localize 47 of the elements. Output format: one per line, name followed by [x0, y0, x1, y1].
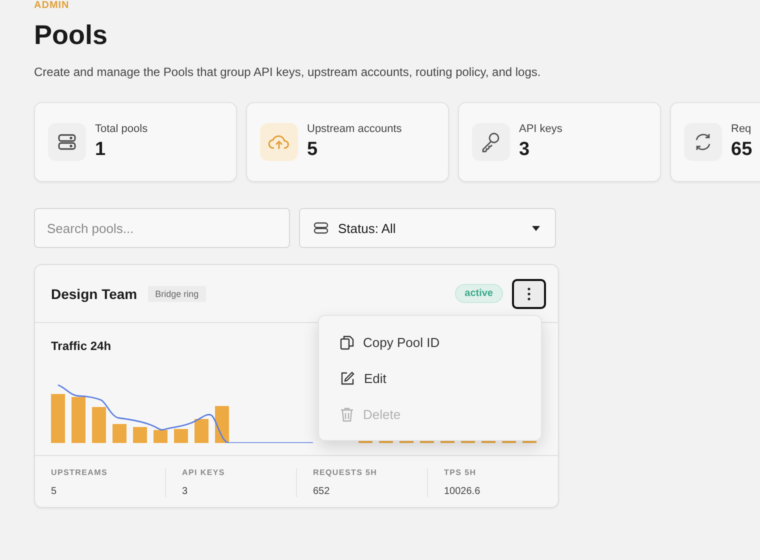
pool-tag: Bridge ring: [148, 286, 206, 302]
traffic-bar: [112, 424, 126, 443]
more-icon: [527, 286, 531, 300]
chart-title: Traffic 24h: [51, 339, 112, 353]
stat-label: Upstream accounts: [307, 123, 402, 135]
stat-label: Total pools: [95, 123, 148, 135]
key-icon: [480, 131, 502, 153]
stat-label: Req: [731, 123, 752, 135]
pool-name: Design Team: [51, 286, 138, 302]
stat-value: 1: [95, 139, 107, 161]
cloud-upload-icon: [268, 133, 290, 151]
page-title: Pools: [34, 19, 108, 52]
traffic-bar: [194, 419, 208, 443]
status-badge: active: [454, 284, 503, 303]
metric-label: UPSTREAMS: [51, 468, 109, 477]
stat-label: API keys: [519, 123, 562, 135]
menu-item[interactable]: Copy Pool ID: [319, 324, 541, 360]
pencil-icon: [340, 370, 355, 386]
status-dropdown[interactable]: Status: All: [299, 208, 556, 248]
metric-value: 652: [313, 486, 331, 497]
page-subtitle: Create and manage the Pools that group API keys, upstream accounts, routing policy, and logs.: [34, 65, 541, 79]
stack-icon: [313, 222, 329, 234]
traffic-bar: [51, 394, 65, 443]
more-button[interactable]: [512, 278, 546, 308]
server-icon: [57, 133, 77, 151]
refresh-icon: [693, 132, 713, 152]
metric-label: API KEYS: [182, 468, 226, 477]
stat-value: 3: [519, 139, 531, 161]
metric-label: TPS 5H: [444, 468, 478, 477]
metric-value: 10026.6: [444, 486, 482, 497]
metric-value: 3: [182, 486, 189, 497]
search-field[interactable]: Search pools...: [34, 208, 290, 248]
menu-item[interactable]: Edit: [319, 360, 541, 396]
traffic-bar: [72, 397, 86, 443]
traffic-bar: [92, 407, 106, 443]
caret-icon: [532, 226, 540, 230]
traffic-bar: [133, 427, 147, 443]
traffic-bar: [174, 429, 188, 443]
copy-icon: [340, 334, 354, 350]
metric-label: REQUESTS 5H: [313, 468, 378, 477]
stat-value: 5: [307, 139, 319, 161]
traffic-bar: [215, 406, 229, 443]
trash-icon: [340, 406, 354, 422]
stat-value: 65: [731, 139, 752, 161]
section-label: ADMIN: [34, 0, 70, 11]
traffic-bar: [154, 430, 168, 443]
metric-value: 5: [51, 486, 58, 497]
